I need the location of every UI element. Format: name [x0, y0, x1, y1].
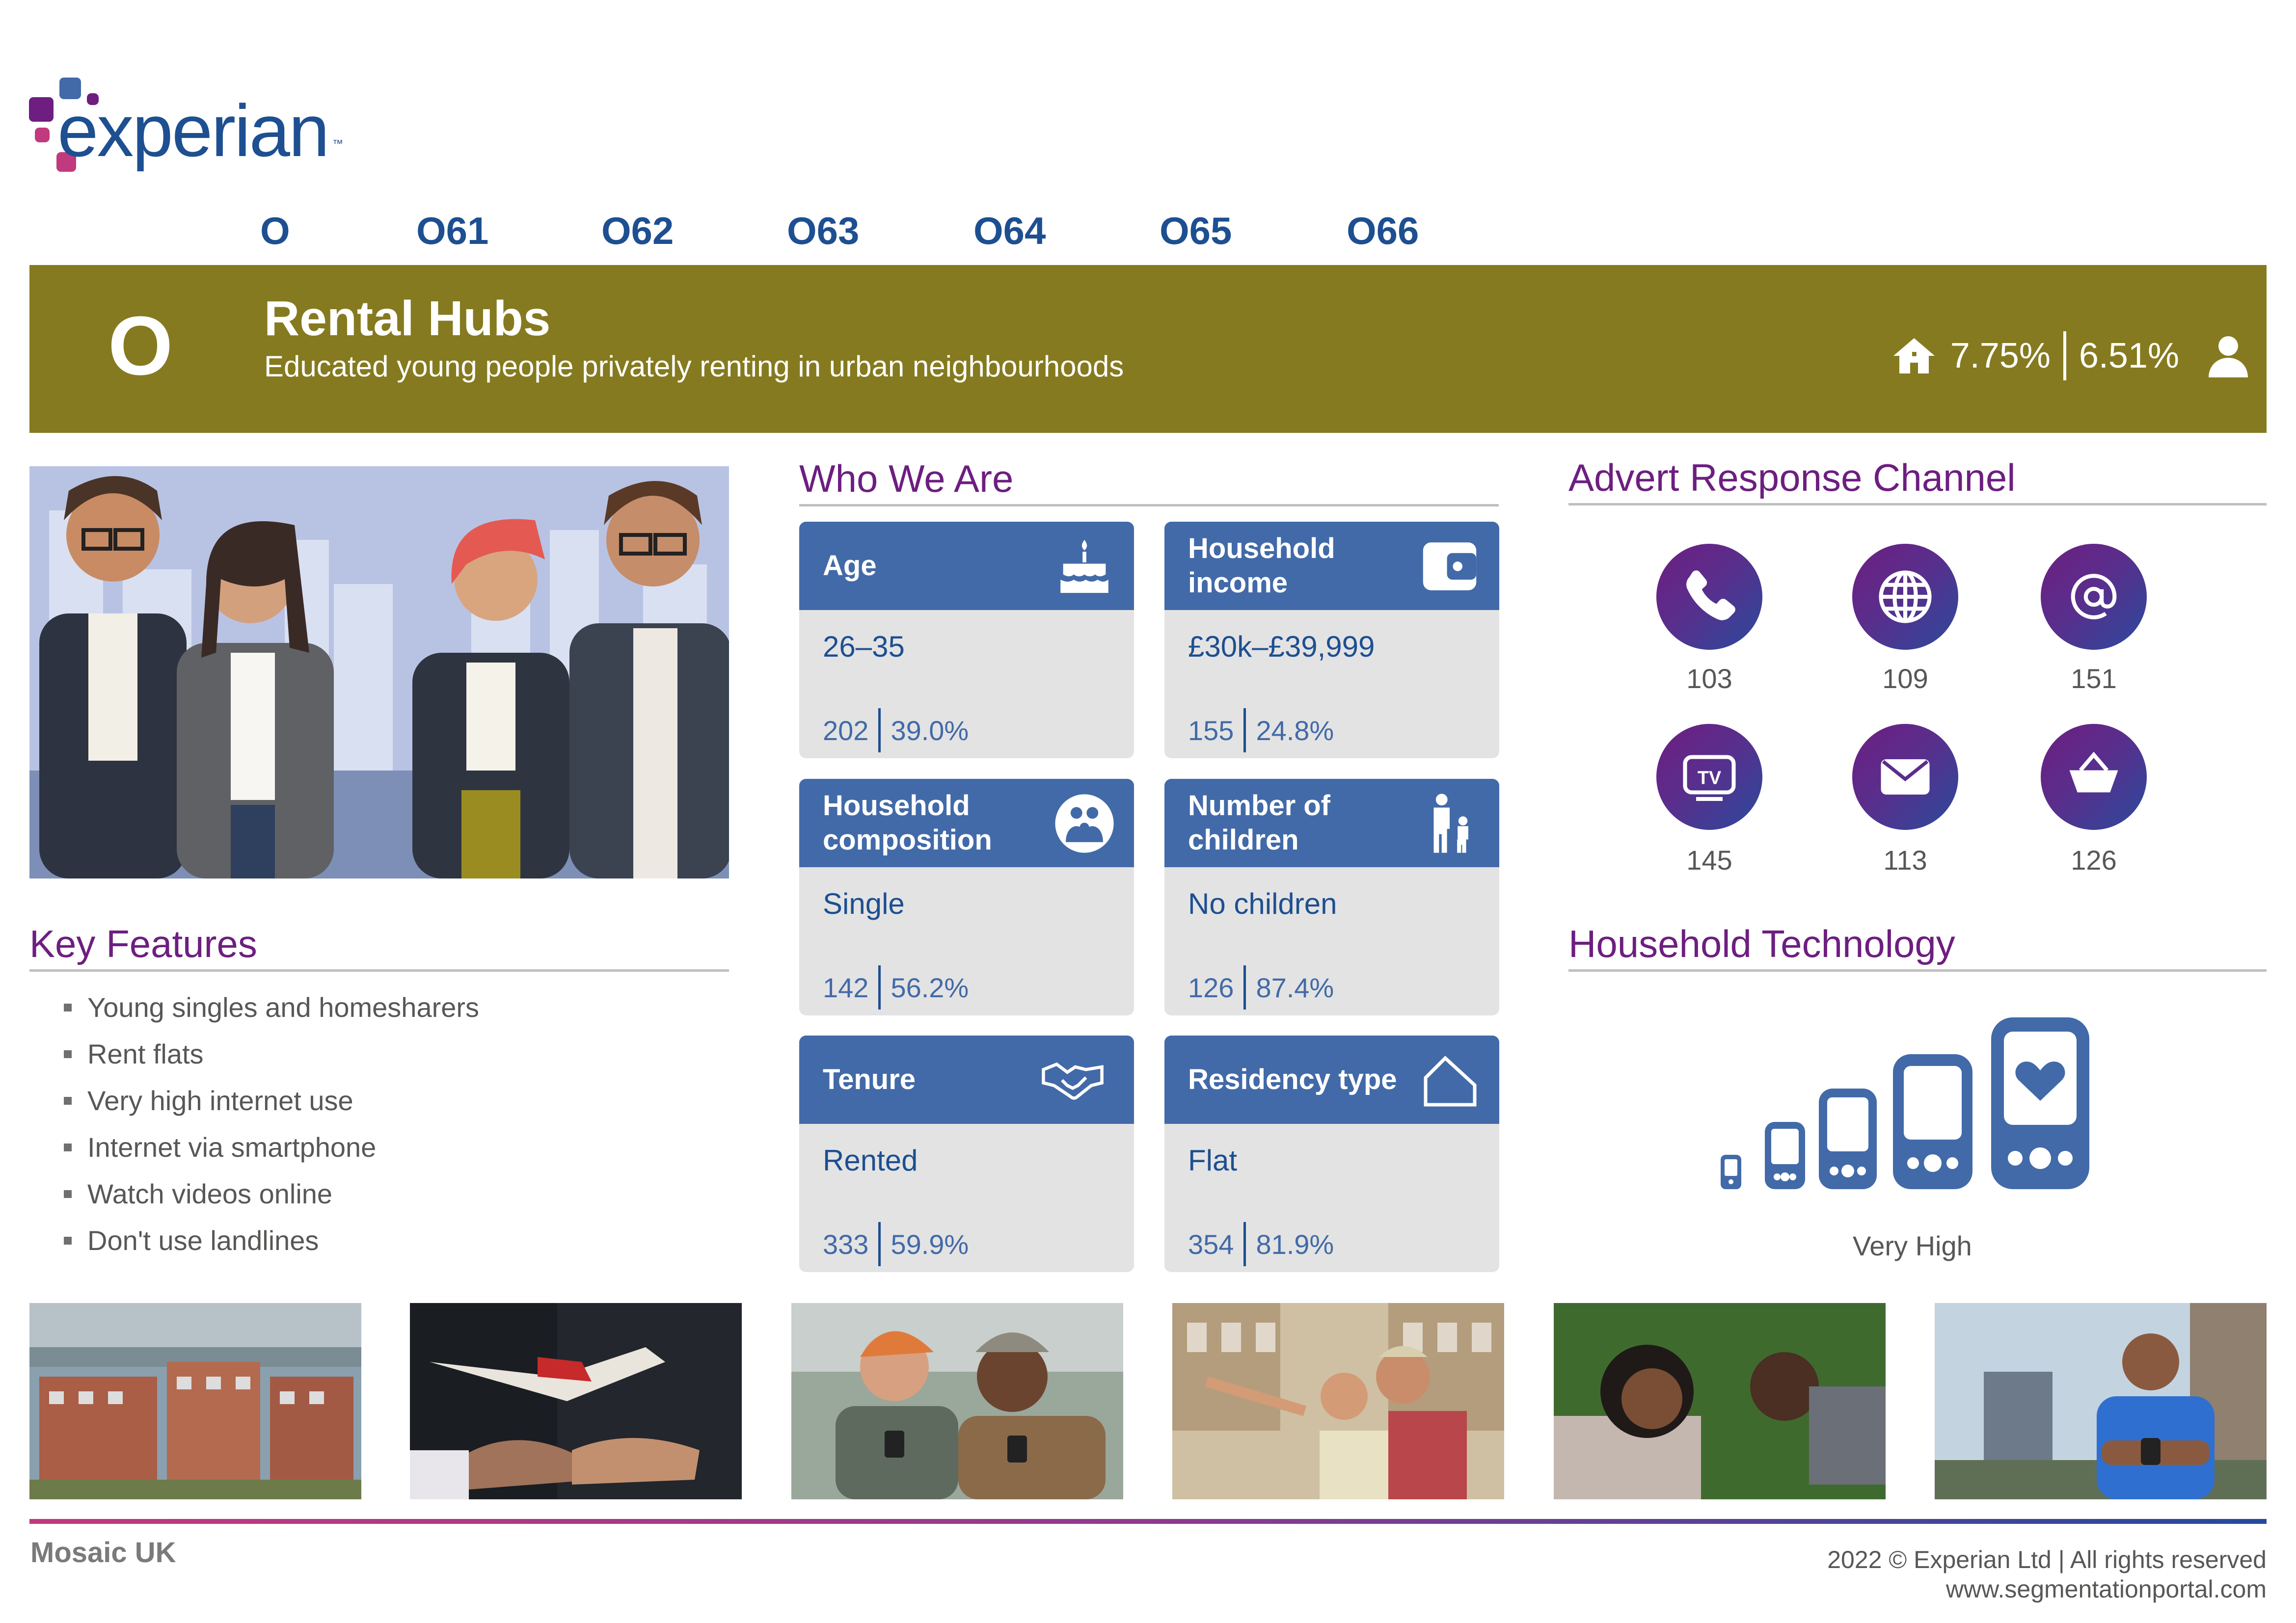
- experian-logo: experian ™: [27, 74, 361, 182]
- key-features-title: Key Features: [29, 922, 257, 965]
- smartphone-friends-photo: [791, 1303, 1123, 1499]
- mail-envelope-icon: [1852, 724, 1958, 830]
- nav-code-o[interactable]: O: [260, 209, 290, 253]
- group-share-stats: 7.75% 6.51%: [1891, 329, 2252, 383]
- advert-channel-divider: [1568, 503, 2267, 506]
- list-item: Rent flats: [64, 1031, 479, 1077]
- list-item: Internet via smartphone: [64, 1124, 479, 1171]
- footer-gradient-line: [29, 1519, 2267, 1524]
- couple-lying-grass-photo: [1554, 1303, 1886, 1499]
- key-features-divider: [29, 969, 729, 972]
- handshake-photo: [410, 1303, 742, 1499]
- nav-code-o66[interactable]: O66: [1347, 209, 1419, 253]
- nav-code-o63[interactable]: O63: [787, 209, 859, 253]
- household-technology-divider: [1568, 969, 2267, 972]
- card-tenure: Tenure Rented 333 59.9%: [799, 1036, 1134, 1272]
- group-letter: O: [108, 299, 173, 393]
- card-residency-type: Residency type Flat 354 81.9%: [1164, 1036, 1499, 1272]
- list-item: Young singles and homesharers: [64, 984, 479, 1031]
- who-we-are-divider: [799, 504, 1499, 506]
- website-link[interactable]: www.segmentationportal.com: [1827, 1574, 2267, 1604]
- card-age: Age 26–35 202 39.0%: [799, 522, 1134, 758]
- card-number-of-children: Number of children No children 126 87.4%: [1164, 779, 1499, 1015]
- tv-channel-index: 145: [1686, 845, 1732, 876]
- svg-text:TV: TV: [1698, 768, 1721, 788]
- email-channel-index: 151: [2071, 663, 2117, 694]
- copyright-text: 2022 © Experian Ltd | All rights reserve…: [1827, 1546, 2267, 1573]
- households-percentage: 7.75%: [1950, 336, 2051, 375]
- phone-channel-index: 103: [1686, 663, 1732, 694]
- tourists-map-photo: [1172, 1303, 1504, 1499]
- mail-channel-index: 113: [1883, 845, 1927, 876]
- list-item: Very high internet use: [64, 1077, 479, 1124]
- nav-code-o65[interactable]: O65: [1160, 209, 1232, 253]
- phone-icon: [1656, 544, 1762, 650]
- nav-code-o61[interactable]: O61: [416, 209, 488, 253]
- card-household-composition: Household composition Single 142 56.2%: [799, 779, 1134, 1015]
- logo-wordmark: experian: [57, 89, 329, 172]
- who-we-are-title: Who We Are: [799, 457, 1014, 500]
- group-banner: O Rental Hubs Educated young people priv…: [29, 265, 2267, 433]
- person-icon: [2209, 336, 2248, 377]
- household-composition-icon: [1055, 794, 1114, 853]
- shopping-channel-index: 126: [2071, 845, 2117, 876]
- group-illustration: [29, 466, 729, 878]
- devices-icon: [1718, 1015, 2101, 1192]
- nav-code-o64[interactable]: O64: [973, 209, 1046, 253]
- footer-credits: 2022 © Experian Ltd | All rights reserve…: [1827, 1545, 2267, 1604]
- population-percentage: 6.51%: [2079, 336, 2179, 375]
- advert-channel-title: Advert Response Channel: [1568, 456, 2016, 499]
- man-smartwatch-photo: [1935, 1303, 2267, 1499]
- nav-code-o62[interactable]: O62: [601, 209, 674, 253]
- household-technology-level: Very High: [1853, 1230, 1972, 1261]
- household-technology-title: Household Technology: [1568, 922, 1955, 965]
- adult-child-icon: [1433, 794, 1468, 853]
- key-features-list: Young singles and homesharers Rent flats…: [64, 984, 479, 1264]
- card-household-income: Household income £30k–£39,999 155 24.8%: [1164, 522, 1499, 758]
- list-item: Don't use landlines: [64, 1217, 479, 1264]
- email-at-icon: [2041, 544, 2147, 650]
- shopping-basket-icon: [2041, 724, 2147, 830]
- group-subtitle: Educated young people privately renting …: [264, 350, 1124, 383]
- wallet-icon: [1423, 542, 1477, 590]
- handshake-icon: [1042, 1062, 1104, 1100]
- tv-icon: TV: [1656, 724, 1762, 830]
- house-outline-icon: [1424, 1056, 1477, 1107]
- globe-icon: [1852, 544, 1958, 650]
- group-title: Rental Hubs: [264, 291, 551, 346]
- birthday-cake-icon: [1060, 539, 1108, 593]
- home-icon: [1893, 338, 1935, 373]
- list-item: Watch videos online: [64, 1171, 479, 1217]
- footer-brand: Mosaic UK: [30, 1537, 176, 1569]
- flats-photo: [29, 1303, 361, 1499]
- web-channel-index: 109: [1882, 663, 1928, 694]
